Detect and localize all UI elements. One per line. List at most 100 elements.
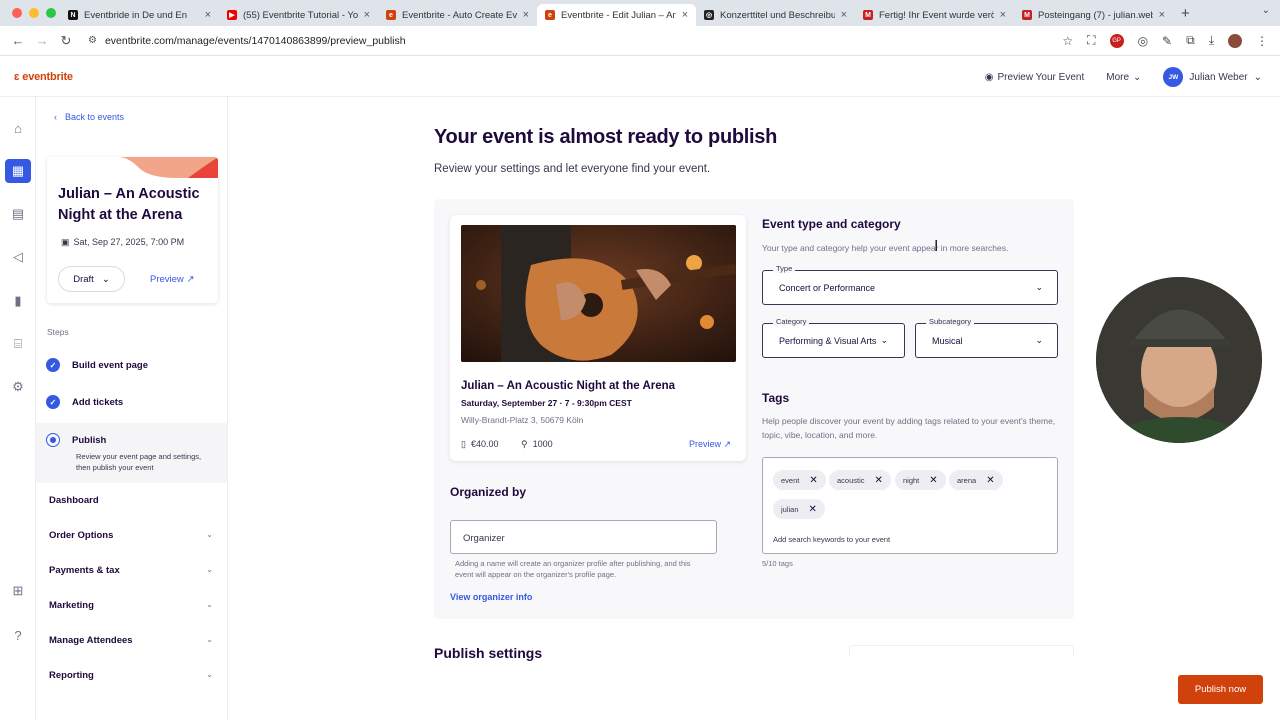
close-tab-icon[interactable]: × bbox=[1159, 9, 1165, 21]
type-select[interactable]: Type Concert or Performance ⌄ bbox=[762, 264, 1058, 305]
subcategory-select[interactable]: Subcategory Musical ⌄ bbox=[915, 317, 1058, 358]
publish-settings-heading: Publish settings bbox=[434, 645, 543, 661]
remove-tag-icon[interactable]: ✕ bbox=[929, 475, 937, 486]
close-tab-icon[interactable]: × bbox=[205, 9, 211, 21]
remove-tag-icon[interactable]: ✕ bbox=[986, 475, 994, 486]
status-dropdown[interactable]: Draft ⌄ bbox=[58, 266, 125, 292]
external-link-icon: ↗ bbox=[186, 274, 195, 285]
sidebar-item-dashboard[interactable]: Dashboard bbox=[49, 495, 213, 506]
browser-tab[interactable]: M Fertig! Ihr Event wurde veröff × bbox=[855, 4, 1014, 26]
view-organizer-info-link[interactable]: View organizer info bbox=[450, 592, 532, 602]
remove-tag-icon[interactable]: ✕ bbox=[809, 475, 817, 486]
close-tab-icon[interactable]: × bbox=[1000, 9, 1006, 21]
sidebar-item-payments-tax[interactable]: Payments & tax ⌄ bbox=[49, 565, 213, 576]
icon-rail: ⌂ ▦ ▤ ◁ ▮ ⌸ ⚙ ⊞ ? bbox=[0, 97, 36, 720]
screenshot-icon[interactable]: ⛶ bbox=[1087, 33, 1095, 48]
eventbrite-icon: e bbox=[545, 10, 555, 20]
new-tab-button[interactable]: + bbox=[1181, 5, 1190, 22]
event-date: ▣ Sat, Sep 27, 2025, 7:00 PM bbox=[61, 237, 184, 248]
preview-label: Preview bbox=[689, 439, 722, 449]
browser-tab[interactable]: e Eventbrite - Edit Julian – An A × bbox=[537, 4, 696, 26]
minimize-window-button[interactable] bbox=[29, 8, 39, 18]
forward-icon[interactable]: → bbox=[30, 33, 54, 48]
subcategory-label: Subcategory bbox=[926, 317, 975, 326]
preview-event-date: Saturday, September 27 · 7 - 9:30pm CEST bbox=[461, 398, 632, 408]
publish-now-button[interactable]: Publish now bbox=[1178, 675, 1263, 704]
tag-chip: arena ✕ bbox=[949, 470, 1003, 490]
settings-gear-icon[interactable]: ⚙ bbox=[9, 378, 27, 396]
step-label: Add tickets bbox=[72, 396, 124, 408]
browser-tab[interactable]: ▶ (55) Eventbrite Tutorial - Yout × bbox=[219, 4, 378, 26]
grammar-extension-icon[interactable]: ◎ bbox=[1138, 34, 1148, 48]
chevron-down-icon: ⌄ bbox=[206, 635, 213, 644]
chevron-down-icon: ⌄ bbox=[206, 600, 213, 609]
preview-your-event-button[interactable]: ◉ Preview Your Event bbox=[985, 72, 1084, 83]
publish-settings-box bbox=[849, 645, 1074, 657]
close-window-button[interactable] bbox=[12, 8, 22, 18]
sidebar-item-order-options[interactable]: Order Options ⌄ bbox=[49, 530, 213, 541]
extensions-puzzle-icon[interactable]: ⧉ bbox=[1186, 33, 1195, 48]
tags-placeholder: Add search keywords to your event bbox=[773, 535, 891, 544]
remove-tag-icon[interactable]: ✕ bbox=[809, 504, 817, 515]
user-name: Julian Weber bbox=[1189, 71, 1248, 83]
tag-chip: event ✕ bbox=[773, 470, 826, 490]
sidebar-item-marketing[interactable]: Marketing ⌄ bbox=[49, 600, 213, 611]
tag-label: event bbox=[781, 475, 800, 485]
chevron-down-icon: ⌄ bbox=[101, 273, 110, 285]
extension-badge-icon[interactable]: GP bbox=[1109, 33, 1124, 48]
browser-tab[interactable]: M Posteingang (7) - julian.webe × bbox=[1014, 4, 1173, 26]
orders-icon[interactable]: ▤ bbox=[9, 205, 27, 223]
category-value: Performing & Visual Arts bbox=[779, 336, 877, 346]
step-add-tickets[interactable]: ✓ Add tickets bbox=[46, 395, 123, 409]
megaphone-icon[interactable]: ◁ bbox=[9, 248, 27, 266]
finance-bank-icon[interactable]: ⌸ bbox=[9, 335, 27, 353]
profile-avatar[interactable] bbox=[1228, 33, 1242, 48]
calendar-small-icon: ▣ bbox=[61, 237, 70, 247]
home-icon[interactable]: ⌂ bbox=[9, 119, 27, 137]
category-label: Category bbox=[773, 317, 810, 326]
chevron-down-icon: ⌄ bbox=[1133, 71, 1142, 83]
browser-tab[interactable]: N Eventbride in De und En × bbox=[60, 4, 219, 26]
category-select[interactable]: Category Performing & Visual Arts ⌄ bbox=[762, 317, 905, 358]
eye-icon: ◉ bbox=[984, 71, 994, 83]
close-tab-icon[interactable]: × bbox=[682, 9, 688, 21]
card-preview-link[interactable]: Preview ↗ bbox=[689, 439, 731, 450]
section-label: Dashboard bbox=[49, 495, 99, 506]
eventbrite-logo[interactable]: ɛ eventbrite bbox=[14, 71, 73, 83]
back-icon[interactable]: ← bbox=[6, 33, 30, 48]
remove-tag-icon[interactable]: ✕ bbox=[875, 475, 883, 486]
close-tab-icon[interactable]: × bbox=[523, 9, 529, 21]
bookmark-star-icon[interactable]: ☆ bbox=[1062, 34, 1073, 48]
step-build-event-page[interactable]: ✓ Build event page bbox=[46, 358, 148, 372]
apps-grid-icon[interactable]: ⊞ bbox=[9, 582, 27, 600]
url-field[interactable]: ⚙ eventbrite.com/manage/events/147014086… bbox=[88, 35, 1062, 47]
browser-tab[interactable]: e Eventbrite - Auto Create Even × bbox=[378, 4, 537, 26]
sidebar-preview-link[interactable]: Preview ↗ bbox=[150, 274, 194, 285]
tags-input[interactable]: event ✕ acoustic ✕ night ✕ arena ✕ julia… bbox=[762, 457, 1058, 554]
sidebar-item-reporting[interactable]: Reporting ⌄ bbox=[49, 670, 213, 681]
event-side-panel: ‹ Back to events Julian – An Acoustic Ni… bbox=[36, 97, 228, 720]
radio-current-icon bbox=[46, 433, 60, 447]
close-tab-icon[interactable]: × bbox=[364, 9, 370, 21]
site-info-icon[interactable]: ⚙ bbox=[88, 35, 97, 46]
reload-icon[interactable]: ↻ bbox=[54, 33, 78, 49]
event-type-description: Your type and category help your event a… bbox=[762, 243, 1009, 253]
calendar-icon[interactable]: ▦ bbox=[5, 159, 31, 183]
download-icon[interactable]: ⤓ bbox=[1209, 33, 1214, 48]
step-publish[interactable]: Publish bbox=[46, 433, 106, 447]
help-icon[interactable]: ? bbox=[9, 626, 27, 644]
more-menu-button[interactable]: More ⌄ bbox=[1106, 72, 1141, 83]
event-date-text: Sat, Sep 27, 2025, 7:00 PM bbox=[73, 237, 185, 247]
reports-chart-icon[interactable]: ▮ bbox=[9, 292, 27, 310]
organizer-input[interactable]: Organizer bbox=[450, 520, 717, 554]
sidebar-item-manage-attendees[interactable]: Manage Attendees ⌄ bbox=[49, 635, 213, 646]
tab-search-icon[interactable]: ⌄ bbox=[1262, 5, 1270, 16]
back-to-events-link[interactable]: ‹ Back to events bbox=[54, 112, 124, 122]
tag-count: 5/10 tags bbox=[762, 559, 793, 568]
browser-menu-icon[interactable]: ⋮ bbox=[1256, 34, 1268, 48]
browser-tab[interactable]: ◎ Konzerttitel und Beschreibun × bbox=[696, 4, 855, 26]
maximize-window-button[interactable] bbox=[46, 8, 56, 18]
pen-extension-icon[interactable]: ✎ bbox=[1162, 34, 1172, 48]
close-tab-icon[interactable]: × bbox=[841, 9, 847, 21]
user-menu-button[interactable]: JW Julian Weber ⌄ bbox=[1163, 67, 1262, 87]
